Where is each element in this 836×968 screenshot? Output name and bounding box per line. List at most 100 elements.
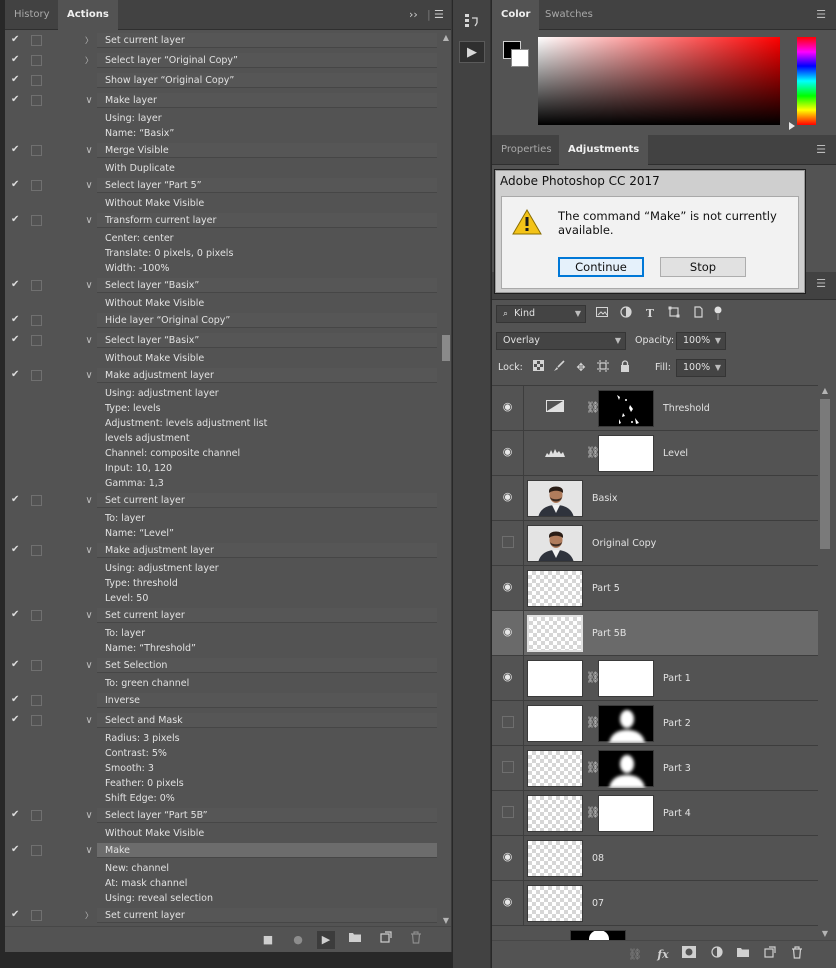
history-actions-icon[interactable] [459, 12, 485, 34]
step-enabled-check-icon[interactable] [11, 402, 23, 414]
step-enabled-check-icon[interactable] [11, 162, 23, 174]
step-enabled-check-icon[interactable] [11, 387, 23, 399]
link-chain-icon[interactable]: ⛓ [586, 670, 600, 686]
step-enabled-check-icon[interactable]: ✔ [11, 54, 23, 66]
action-step[interactable]: ✔ Inverse [5, 693, 437, 708]
dialog-toggle-box[interactable] [31, 145, 42, 156]
layers-scrollbar[interactable]: ▲ ▼ [818, 385, 832, 940]
lock-transparent-pixels-icon[interactable] [530, 360, 546, 376]
filter-kind-select[interactable]: ⌕ Kind ▼ [496, 305, 586, 323]
stop-button[interactable]: Stop [660, 257, 746, 277]
action-step-detail[interactable]: Input: 10, 120 [5, 461, 437, 476]
step-enabled-check-icon[interactable] [11, 512, 23, 524]
action-step[interactable]: ✔ ∨ Make adjustment layer [5, 543, 437, 558]
action-step[interactable]: ✔ ∨ Make [5, 843, 437, 858]
step-enabled-check-icon[interactable]: ✔ [11, 609, 23, 621]
layer-row[interactable]: ◉ Part 5 [492, 566, 818, 611]
layer-row[interactable]: ⛓ Part 3 [492, 746, 818, 791]
visibility-toggle-box[interactable] [502, 536, 514, 548]
background-color-swatch[interactable] [511, 49, 529, 67]
delete-layer-icon[interactable] [788, 946, 806, 964]
hue-slider[interactable] [797, 37, 816, 125]
step-enabled-check-icon[interactable] [11, 447, 23, 459]
adjustment-filter-icon[interactable] [618, 306, 634, 322]
step-enabled-check-icon[interactable]: ✔ [11, 94, 23, 106]
step-enabled-check-icon[interactable] [11, 877, 23, 889]
color-spectrum-field[interactable] [538, 37, 780, 125]
action-step-detail[interactable]: To: layer [5, 626, 437, 641]
step-enabled-check-icon[interactable] [11, 462, 23, 474]
chevron-down-icon[interactable]: ∨ [83, 368, 95, 383]
action-step[interactable]: ✔ ∨ Make adjustment layer [5, 368, 437, 383]
eye-icon[interactable]: ◉ [500, 626, 515, 638]
chevron-down-icon[interactable]: ∨ [83, 843, 95, 858]
smart-object-filter-icon[interactable] [690, 306, 706, 322]
step-enabled-check-icon[interactable]: ✔ [11, 144, 23, 156]
step-enabled-check-icon[interactable]: ✔ [11, 694, 23, 706]
action-step-detail[interactable]: Using: layer [5, 111, 437, 126]
tab-history[interactable]: History [5, 0, 59, 30]
layer-row[interactable]: ◉ 08 [492, 836, 818, 881]
chevron-down-icon[interactable]: ∨ [83, 333, 95, 348]
action-step-detail[interactable]: Without Make Visible [5, 296, 437, 311]
step-enabled-check-icon[interactable] [11, 417, 23, 429]
link-chain-icon[interactable]: ⛓ [586, 805, 600, 821]
scroll-down-icon[interactable]: ▼ [441, 916, 451, 926]
type-filter-icon[interactable]: T [642, 306, 658, 322]
layer-thumbnail[interactable] [527, 840, 583, 877]
chevron-down-icon[interactable]: ∨ [83, 143, 95, 158]
step-enabled-check-icon[interactable]: ✔ [11, 369, 23, 381]
step-enabled-check-icon[interactable] [11, 477, 23, 489]
action-step[interactable]: ✔ ∨ Transform current layer [5, 213, 437, 228]
layer-mask-thumbnail[interactable] [598, 660, 654, 697]
dialog-toggle-box[interactable] [31, 610, 42, 621]
layer-thumbnail[interactable] [527, 570, 583, 607]
layer-mask-thumbnail[interactable] [598, 390, 654, 427]
action-step[interactable]: ✔ 〉 Set current layer [5, 908, 437, 923]
action-step[interactable]: ✔ 〉 Select layer “Original Copy” [5, 53, 437, 68]
step-enabled-check-icon[interactable]: ✔ [11, 844, 23, 856]
layer-thumbnail[interactable] [527, 615, 583, 652]
move-icon[interactable]: ✥ [573, 360, 589, 376]
shape-filter-icon[interactable] [666, 306, 682, 322]
dialog-toggle-box[interactable] [31, 370, 42, 381]
action-step[interactable]: ✔ ∨ Set current layer [5, 493, 437, 508]
action-step[interactable]: ✔ ∨ Select layer “Basix” [5, 278, 437, 293]
chevron-down-icon[interactable]: ∨ [83, 608, 95, 623]
layer-row[interactable]: Original Copy [492, 521, 818, 566]
hue-slider-marker[interactable] [789, 122, 795, 130]
layer-thumbnail[interactable] [527, 705, 583, 742]
pixel-filter-icon[interactable] [594, 306, 610, 322]
step-enabled-check-icon[interactable]: ✔ [11, 494, 23, 506]
dialog-toggle-box[interactable] [31, 495, 42, 506]
layer-row[interactable] [492, 926, 818, 940]
chevron-down-icon[interactable]: ∨ [83, 713, 95, 728]
dialog-toggle-box[interactable] [31, 910, 42, 921]
action-step-detail[interactable]: Without Make Visible [5, 196, 437, 211]
layer-thumbnail[interactable] [527, 885, 583, 922]
step-enabled-check-icon[interactable] [11, 527, 23, 539]
link-layers-icon[interactable]: ⛓ [626, 946, 644, 964]
brush-icon[interactable] [551, 360, 567, 376]
layer-thumbnail[interactable] [527, 660, 583, 697]
tab-actions[interactable]: Actions [58, 0, 118, 30]
filter-toggle-icon[interactable] [710, 306, 726, 322]
layer-row[interactable]: ◉ Part 5B [492, 611, 818, 656]
chevron-right-icon[interactable]: 〉 [83, 53, 95, 68]
layer-photo-thumbnail[interactable] [527, 525, 583, 562]
dialog-toggle-box[interactable] [31, 335, 42, 346]
eye-icon[interactable]: ◉ [500, 401, 515, 413]
step-enabled-check-icon[interactable] [11, 112, 23, 124]
dialog-toggle-box[interactable] [31, 810, 42, 821]
link-chain-icon[interactable]: ⛓ [586, 715, 600, 731]
action-step-detail[interactable]: Contrast: 5% [5, 746, 437, 761]
layer-mask-thumbnail[interactable] [598, 435, 654, 472]
dialog-toggle-box[interactable] [31, 660, 42, 671]
layer-mask-thumbnail[interactable] [598, 795, 654, 832]
step-enabled-check-icon[interactable] [11, 592, 23, 604]
visibility-toggle-box[interactable] [502, 806, 514, 818]
threshold-adjustment-icon[interactable] [527, 390, 583, 427]
layer-row[interactable]: ◉ ⛓ Level [492, 431, 818, 476]
step-enabled-check-icon[interactable]: ✔ [11, 909, 23, 921]
action-step-detail[interactable]: Shift Edge: 0% [5, 791, 437, 806]
